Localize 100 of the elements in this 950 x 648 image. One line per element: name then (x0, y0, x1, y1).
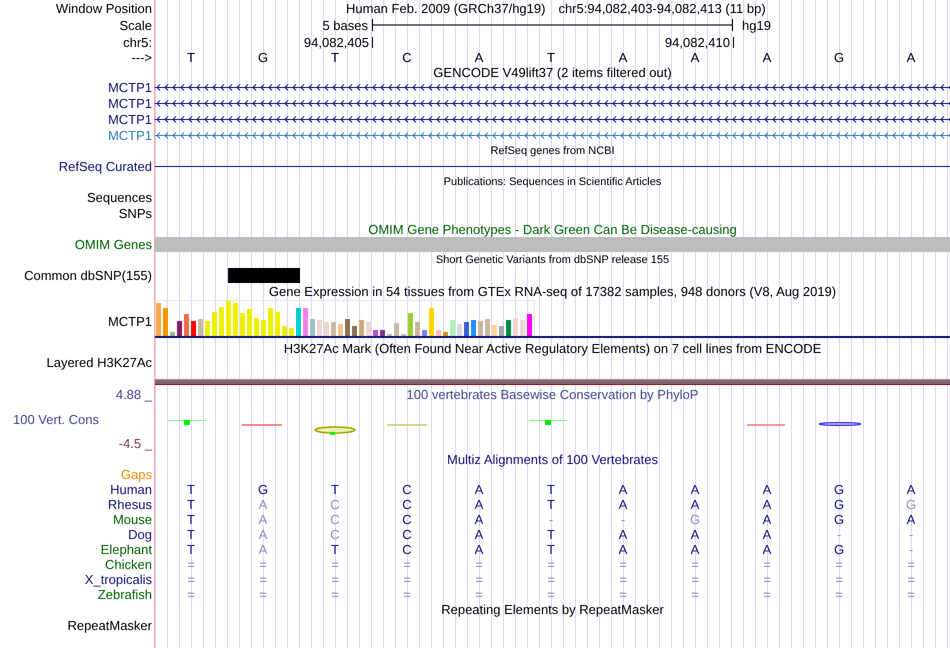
base-letter: T (331, 50, 339, 65)
aligned-base: T (547, 497, 555, 512)
track-title: Repeating Elements by RepeatMasker (441, 602, 664, 617)
track-label: Sequences (86, 190, 152, 205)
aligned-base: = (619, 572, 627, 587)
aligned-base: A (690, 497, 700, 512)
expression-bar (184, 314, 189, 336)
expression-bar (191, 321, 196, 336)
aligned-base: = (907, 557, 915, 572)
aligned-base: = (691, 557, 699, 572)
aligned-base: T (187, 482, 195, 497)
aligned-base: = (475, 557, 483, 572)
track-label: 4.88 _ (116, 387, 152, 402)
aligned-base: = (403, 557, 411, 572)
track-label: MCTP1 (108, 112, 152, 126)
aligned-base: A (258, 497, 268, 512)
aligned-base: - (908, 527, 914, 542)
aligned-base: - (836, 527, 842, 542)
aligned-base: C (330, 512, 340, 527)
track-title: GENCODE V49lift37 (2 items filtered out) (433, 64, 672, 80)
expression-bar (261, 320, 266, 336)
aligned-base: C (402, 527, 412, 542)
base-letter: A (690, 50, 700, 65)
track-label: RefSeq Curated (58, 159, 152, 174)
aligned-base: = (187, 572, 195, 587)
track-label: MCTP1 (108, 314, 152, 328)
track-title: H3K27Ac Mark (Often Found Near Active Regulatory Elements) on 7 cell lines from ENCODE (284, 340, 822, 356)
expression-bar (471, 320, 476, 336)
aligned-base: T (187, 497, 195, 512)
coordinate-label: 94,082,410 (664, 34, 730, 50)
aligned-base: A (762, 527, 772, 542)
aligned-base: T (187, 527, 195, 542)
aligned-base: = (547, 557, 555, 572)
expression-bar (513, 318, 518, 336)
expression-bar (247, 309, 252, 336)
aligned-base: G (834, 497, 844, 512)
conservation-mark (528, 420, 568, 425)
expression-bar (212, 312, 217, 336)
expression-bar (198, 319, 203, 336)
track-title: Multiz Alignments of 100 Vertebrates (446, 452, 658, 467)
aligned-base: C (330, 497, 340, 512)
expression-bar (464, 322, 469, 336)
aligned-base: A (762, 512, 772, 527)
track-title: OMIM Gene Phenotypes - Dark Green Can Be Disease-causing (368, 222, 737, 236)
aligned-base: T (547, 542, 555, 557)
expression-bar (310, 319, 315, 336)
conservation-mark (818, 422, 862, 426)
track-label: MCTP1 (108, 128, 152, 142)
aligned-base: A (762, 497, 772, 512)
aligned-base: C (402, 542, 412, 557)
track-label: SNPs (118, 206, 152, 220)
species-label: Dog (128, 527, 152, 542)
coordinate-tick (372, 36, 373, 48)
aligned-base: A (474, 482, 484, 497)
aligned-base: = (259, 587, 267, 602)
expression-bar (478, 321, 483, 336)
species-label: X_tropicalis (84, 572, 152, 587)
aligned-base: A (618, 497, 628, 512)
track-label: MCTP1 (108, 80, 152, 94)
aligned-base: G (906, 497, 916, 512)
conservation-mark (747, 424, 785, 426)
aligned-base: C (402, 512, 412, 527)
coordinate-tick (733, 36, 734, 48)
conservation-mark (168, 420, 206, 425)
aligned-base: A (258, 512, 268, 527)
expression-bar (303, 308, 308, 336)
aligned-base: T (547, 482, 555, 497)
species-label: Rhesus (108, 497, 152, 512)
aligned-base: = (187, 587, 195, 602)
track-label: RepeatMasker (67, 618, 152, 632)
aligned-base: G (834, 542, 844, 557)
aligned-base: - (620, 512, 626, 527)
expression-bar (205, 321, 210, 336)
base-letter: G (834, 50, 844, 65)
species-label: Chicken (105, 557, 152, 572)
aligned-base: = (907, 572, 915, 587)
expression-bar (296, 308, 301, 336)
aligned-base: = (907, 587, 915, 602)
species-label: Human (110, 482, 152, 497)
aligned-base: A (618, 542, 628, 557)
expression-bar (282, 326, 287, 336)
expression-bar (457, 324, 462, 336)
expression-bar (429, 308, 434, 336)
species-label: Mouse (112, 512, 152, 527)
expression-bar (345, 319, 350, 336)
position-range: chr5:94,082,403-94,082,413 (11 bp) (558, 0, 766, 16)
expression-bar (226, 301, 231, 336)
expression-bar (240, 313, 245, 336)
aligned-base: = (547, 587, 555, 602)
aligned-base: A (762, 542, 772, 557)
aligned-base: = (331, 587, 339, 602)
aligned-base: = (619, 587, 627, 602)
expression-bar (254, 318, 259, 336)
expression-bar (492, 325, 497, 336)
aligned-base: - (908, 542, 914, 557)
aligned-base: A (906, 512, 916, 527)
base-letter: A (474, 50, 484, 65)
track-label: OMIM Genes (74, 237, 152, 252)
aligned-base: A (690, 527, 700, 542)
aligned-base: = (331, 572, 339, 587)
